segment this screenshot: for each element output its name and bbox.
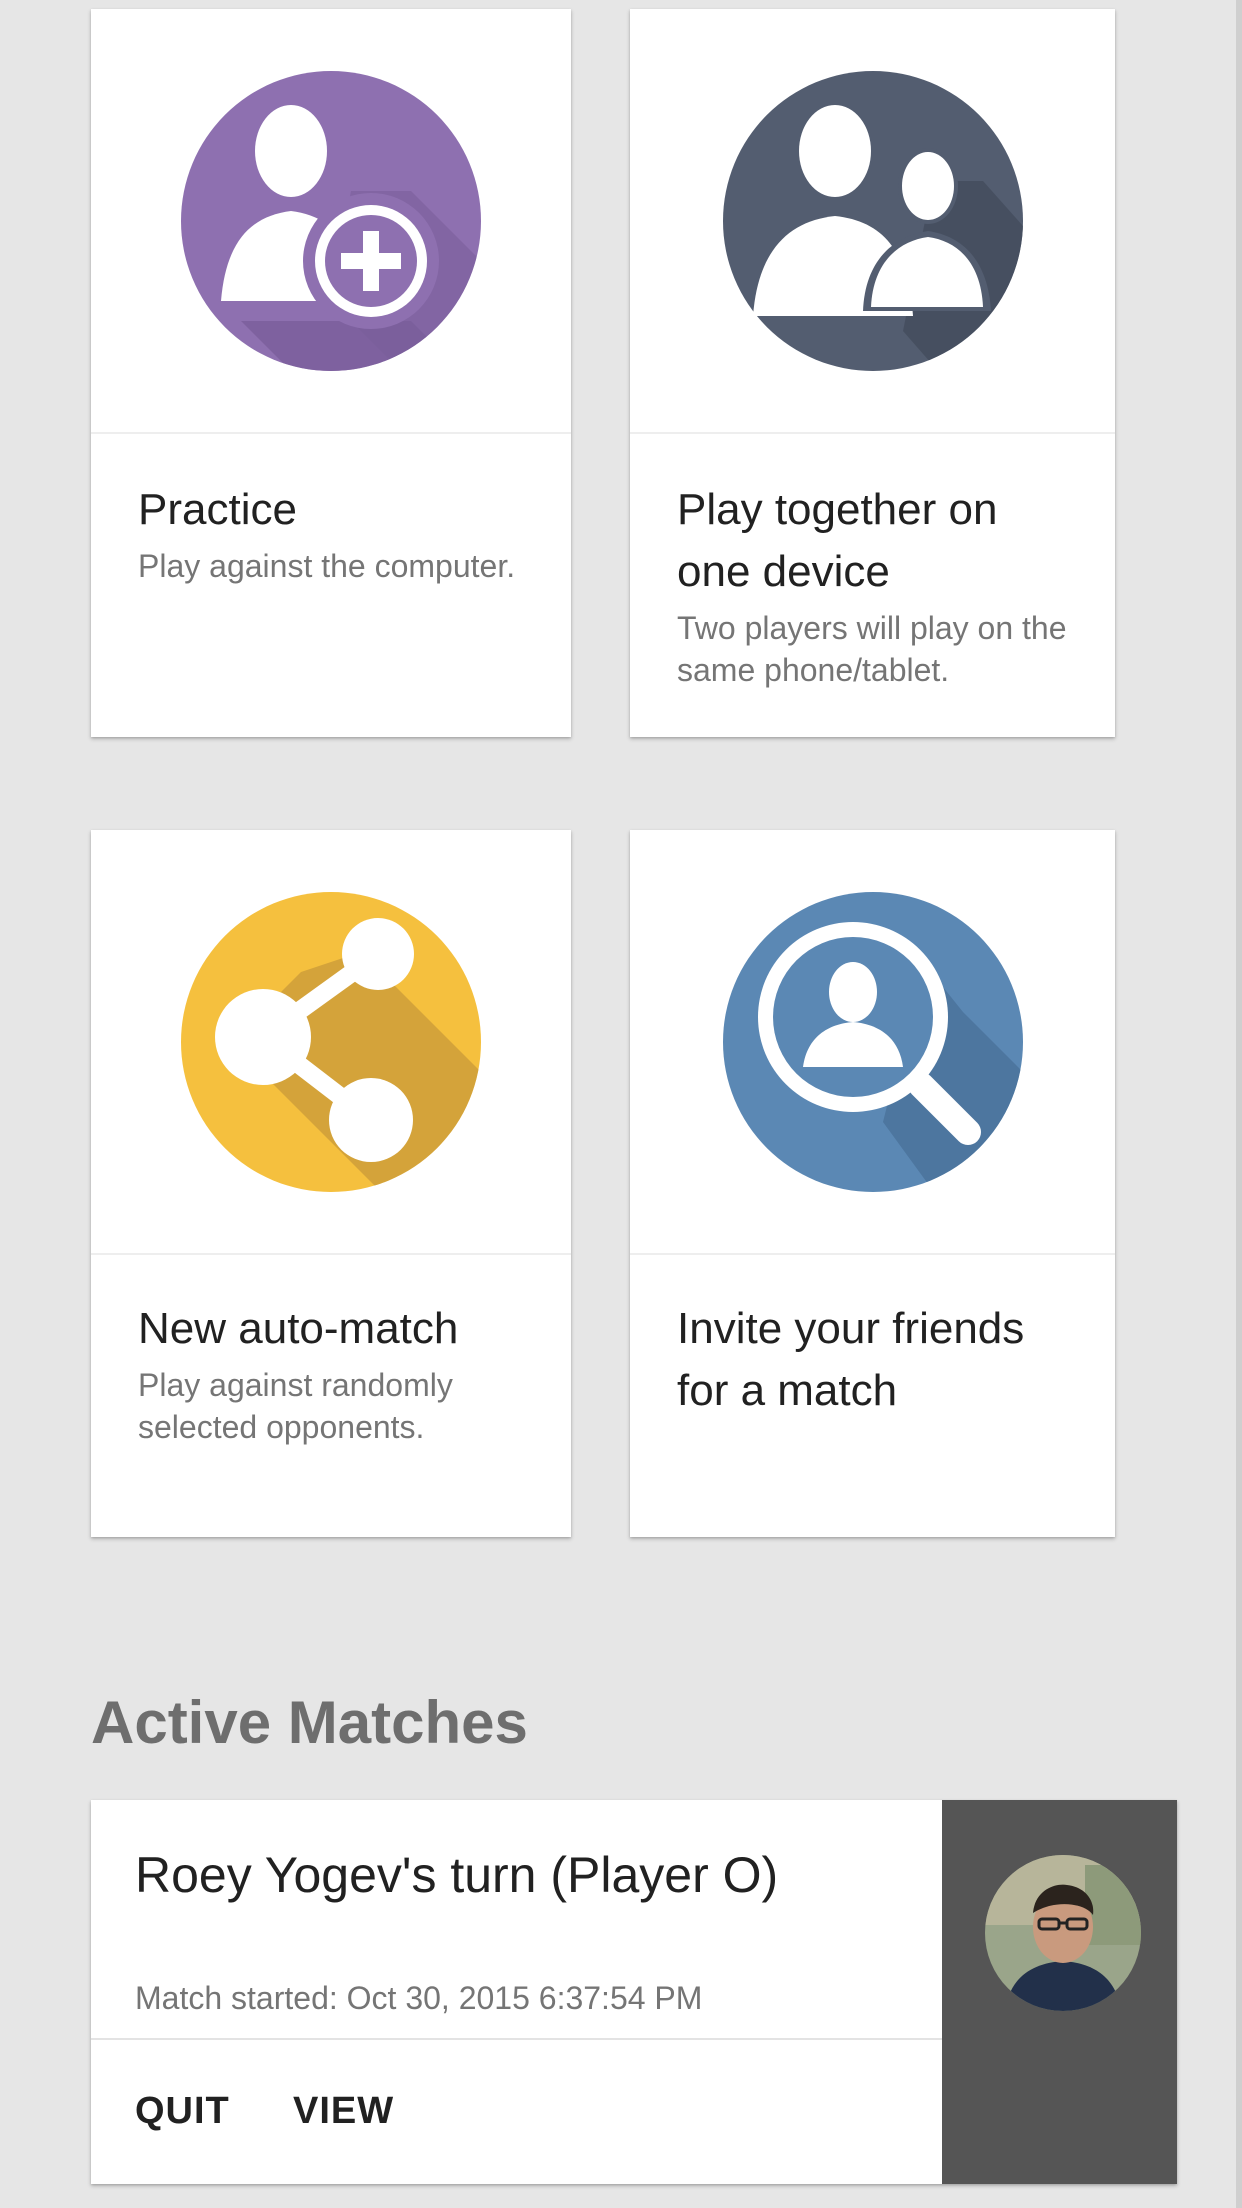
invite-icon-area [630,830,1115,1255]
play-together-icon-area [630,9,1115,434]
card-title: Practice [138,485,297,534]
avatar-photo [985,1855,1141,2011]
share-icon [181,891,481,1192]
view-button[interactable]: VIEW [293,2090,394,2133]
active-matches-heading: Active Matches [91,1689,528,1756]
auto-match-card[interactable]: New auto-match Play against randomly sel… [91,830,571,1537]
practice-icon-area [91,9,571,434]
scrollbar[interactable] [1236,0,1242,2208]
avatar [985,1855,1141,2011]
card-description: Play against the computer. [138,548,516,584]
two-people-icon [722,70,1023,371]
match-info: Roey Yogev's turn (Player O) Match start… [91,1800,942,2184]
auto-match-icon-area [91,830,571,1255]
add-person-icon [181,70,481,371]
card-description: Two players will play on the same phone/… [677,610,1067,688]
quit-button[interactable]: QUIT [135,2090,230,2133]
card-description: Play against randomly selected opponents… [138,1367,453,1445]
card-title: Play together on one device [677,485,998,596]
card-title: Invite your friends for a match [677,1304,1025,1415]
play-together-card[interactable]: Play together on one device Two players … [630,9,1115,737]
match-title: Roey Yogev's turn (Player O) [135,1847,779,1903]
match-started-text: Match started: Oct 30, 2015 6:37:54 PM [135,1980,703,2016]
practice-card[interactable]: Practice Play against the computer. [91,9,571,737]
divider [91,2038,942,2040]
invite-friends-card[interactable]: Invite your friends for a match [630,830,1115,1537]
card-title: New auto-match [138,1304,459,1353]
search-person-icon [722,891,1023,1192]
